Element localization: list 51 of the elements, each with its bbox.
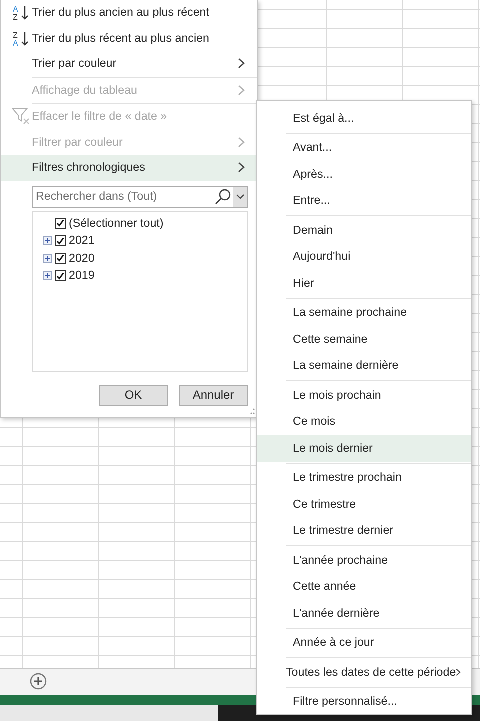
checkbox[interactable] xyxy=(55,270,66,282)
chevron-icon xyxy=(238,58,245,70)
menu-item[interactable]: A Z Trier du plus ancien au plus récent xyxy=(1,0,257,26)
menu-item[interactable]: L'année dernière xyxy=(257,600,471,626)
search-icon xyxy=(215,188,231,204)
menu-item[interactable]: Filtres chronologiques xyxy=(1,155,257,180)
menu-item[interactable]: Le mois prochain xyxy=(257,382,471,408)
tree-item-label: 2021 xyxy=(69,233,95,250)
chevron-icon xyxy=(238,84,245,96)
menu-item[interactable]: Demain xyxy=(257,217,471,244)
menu-item[interactable]: La semaine dernière xyxy=(257,352,471,379)
dropdown-button[interactable] xyxy=(233,186,247,206)
search-field[interactable]: Rechercher dans (Tout) xyxy=(32,186,248,208)
chevron-icon xyxy=(238,162,245,174)
chevron-icon xyxy=(238,136,245,148)
tree-item-label: (Sélectionner tout) xyxy=(69,216,164,232)
expand-icon[interactable] xyxy=(43,236,52,246)
menu-item[interactable]: Hier xyxy=(257,270,471,296)
menu-item[interactable]: Z A Trier du plus récent au plus ancien xyxy=(1,26,257,51)
checkbox[interactable] xyxy=(55,252,66,264)
menu-item[interactable]: Le trimestre dernier xyxy=(257,518,471,544)
menu-item[interactable]: Cette année xyxy=(257,574,471,600)
menu-item[interactable]: Ce mois xyxy=(257,408,471,435)
menu-item[interactable]: Filtre personnalisé... xyxy=(257,688,471,715)
caret-icon xyxy=(236,194,244,200)
menu-item[interactable]: Trier par couleur xyxy=(1,51,257,76)
dialog-button[interactable]: Annuler xyxy=(179,384,248,406)
resize-grip-icon xyxy=(248,408,255,415)
tree-item-label: 2019 xyxy=(69,268,95,284)
menu-item[interactable]: Aujourd'hui xyxy=(257,244,471,270)
checkbox[interactable] xyxy=(55,218,66,229)
menu-item[interactable]: Est égal à... xyxy=(257,105,471,132)
menu-item[interactable]: Entre... xyxy=(257,188,471,214)
add-sheet-icon[interactable] xyxy=(30,673,47,690)
menu-item[interactable]: Ce trimestre xyxy=(257,491,471,518)
chevron-icon xyxy=(456,666,461,678)
menu-item[interactable]: Année à ce jour xyxy=(257,630,471,656)
expand-icon[interactable] xyxy=(43,254,52,263)
tree-item-label: 2020 xyxy=(69,250,95,267)
menu-item[interactable]: La semaine prochaine xyxy=(257,300,471,326)
clear-filter-icon xyxy=(12,108,30,125)
menu-item[interactable]: Toutes les dates de cette période xyxy=(257,659,471,686)
menu-item[interactable]: Avant... xyxy=(257,134,471,161)
menu-item[interactable]: L'année prochaine xyxy=(257,547,471,574)
menu-item[interactable]: Le mois dernier xyxy=(257,435,471,462)
expand-icon[interactable] xyxy=(43,271,52,280)
checkbox[interactable] xyxy=(55,235,66,246)
menu-item[interactable]: Après... xyxy=(257,161,471,188)
menu-item[interactable]: Le trimestre prochain xyxy=(257,464,471,491)
dialog-button[interactable]: OK xyxy=(99,384,168,406)
menu-item[interactable]: Cette semaine xyxy=(257,326,471,352)
